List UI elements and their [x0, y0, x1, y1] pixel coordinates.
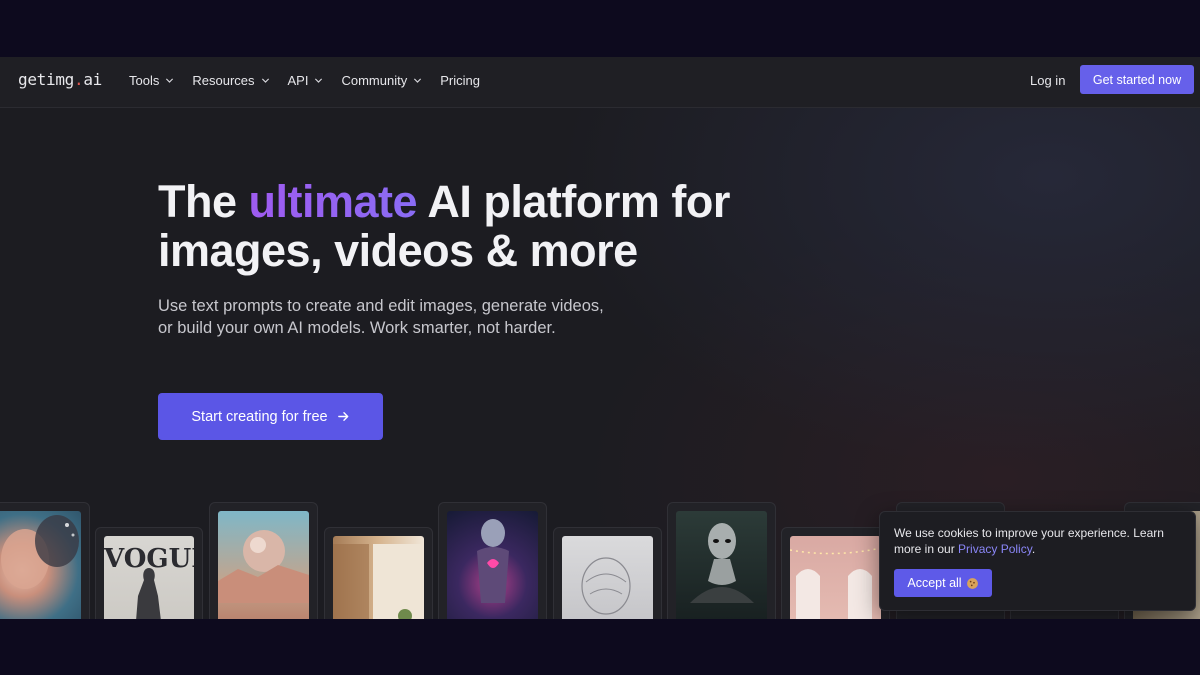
hero-title-part1: The — [158, 176, 249, 227]
accept-all-label: Accept all — [907, 576, 962, 590]
sketch-image — [562, 536, 653, 619]
alien-shape — [690, 523, 754, 603]
gallery-card-sketch[interactable] — [553, 527, 662, 619]
cookie-icon — [966, 577, 978, 589]
start-creating-button[interactable]: Start creating for free — [158, 393, 383, 440]
page-stage: getimg.ai Tools Resources API Community … — [0, 57, 1200, 619]
get-started-button[interactable]: Get started now — [1080, 65, 1194, 94]
menu-item-tools[interactable]: Tools — [129, 73, 174, 88]
logo[interactable]: getimg.ai — [18, 70, 102, 89]
accept-all-button[interactable]: Accept all — [894, 569, 992, 597]
sphere-image — [218, 511, 309, 619]
sphere-shape — [218, 530, 309, 603]
chevron-down-icon — [261, 78, 269, 83]
gallery-card-room[interactable] — [781, 527, 890, 619]
logo-prefix: getimg — [18, 70, 74, 89]
login-link[interactable]: Log in — [1030, 73, 1065, 88]
main-menu: Tools Resources API Community Pricing — [129, 73, 498, 88]
menu-item-label: Pricing — [440, 73, 480, 88]
logo-suffix: ai — [83, 70, 103, 89]
chevron-down-icon — [315, 78, 323, 83]
interior-image — [333, 536, 424, 619]
gallery-card-robot[interactable] — [438, 502, 547, 619]
interior-shape — [333, 544, 421, 619]
arrow-right-icon — [337, 412, 348, 421]
sketch-head-shape — [581, 557, 631, 615]
gallery-card-vogue[interactable]: VOGUE — [95, 527, 203, 619]
alien-image — [676, 511, 767, 619]
portrait-image — [0, 511, 81, 619]
gallery-card-portrait[interactable] — [0, 502, 90, 619]
robot-image — [447, 511, 538, 619]
top-nav: getimg.ai Tools Resources API Community … — [0, 57, 1200, 108]
robot-shape — [477, 519, 509, 603]
menu-item-api[interactable]: API — [288, 73, 324, 88]
face-shape — [1, 515, 79, 589]
gallery-card-sphere[interactable] — [209, 502, 318, 619]
menu-item-resources[interactable]: Resources — [192, 73, 269, 88]
cookie-text-end: . — [1031, 542, 1036, 556]
gallery-card-interior[interactable] — [324, 527, 433, 619]
start-creating-label: Start creating for free — [191, 408, 328, 425]
gallery-card-alien[interactable] — [667, 502, 776, 619]
chevron-down-icon — [414, 78, 422, 83]
menu-item-pricing[interactable]: Pricing — [440, 73, 480, 88]
menu-item-label: Tools — [129, 73, 160, 88]
chevron-down-icon — [166, 78, 174, 83]
cookie-banner: We use cookies to improve your experienc… — [879, 511, 1196, 611]
hero-subtitle: Use text prompts to create and edit imag… — [158, 297, 604, 337]
privacy-policy-link[interactable]: Privacy Policy — [958, 542, 1032, 556]
menu-item-label: API — [287, 73, 309, 88]
vogue-image: VOGUE — [104, 536, 194, 619]
model-silhouette — [136, 568, 161, 619]
room-shape — [790, 547, 881, 619]
room-image — [790, 536, 881, 619]
menu-item-label: Resources — [192, 73, 255, 88]
hero-title: The ultimate AI platform for images, vid… — [158, 177, 858, 275]
menu-item-label: Community — [341, 73, 408, 88]
hero-title-accent: ultimate — [248, 176, 418, 227]
cookie-message: We use cookies to improve your experienc… — [894, 525, 1184, 557]
menu-item-community[interactable]: Community — [341, 73, 422, 88]
logo-dot: . — [74, 70, 84, 89]
